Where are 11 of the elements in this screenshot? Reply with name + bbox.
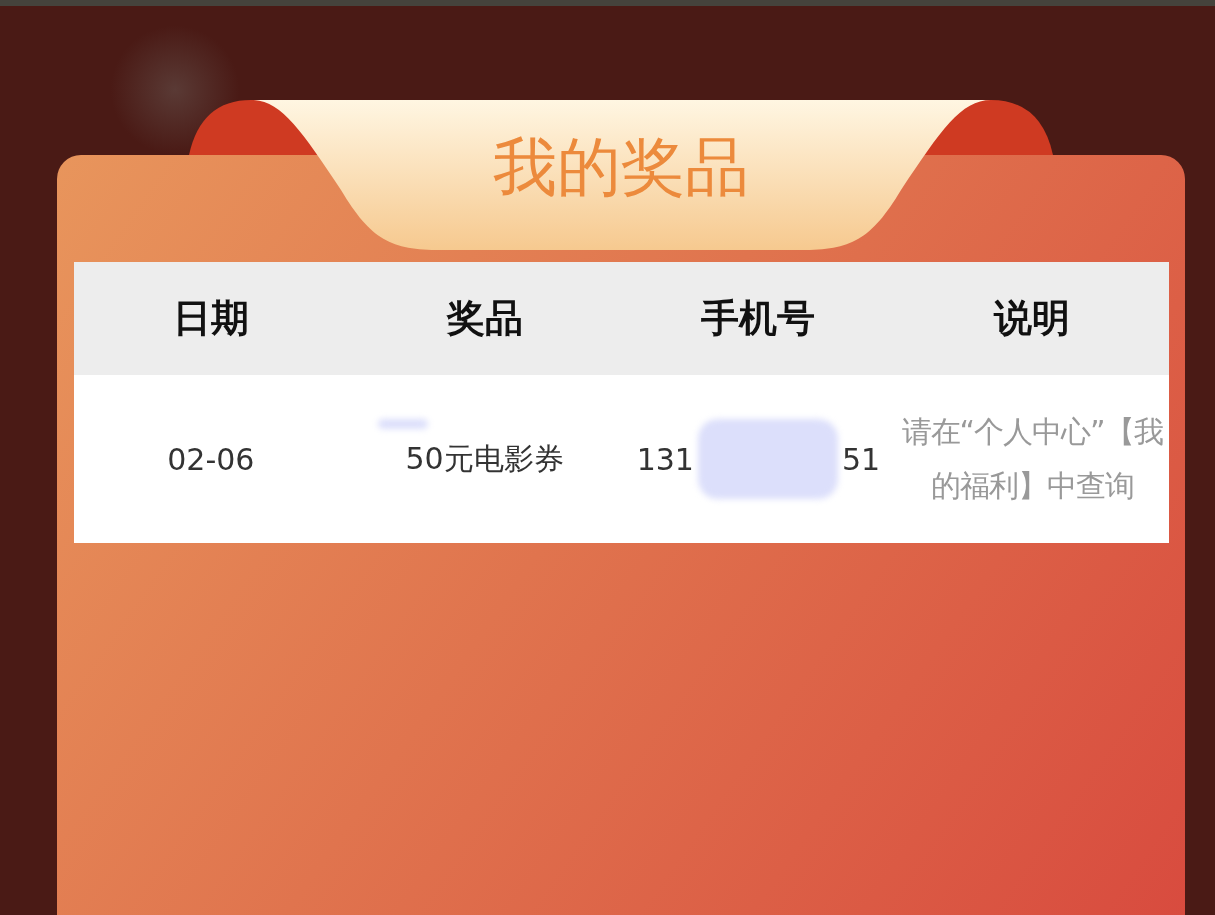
date-cell: 02-06 [167,441,255,477]
phone-cell: 131 [636,441,694,477]
prize-cell: 50元电影券 [405,440,564,476]
column-header: 奖品 [445,295,524,342]
column-header: 日期 [171,295,250,342]
column-header: 手机号 [700,295,817,342]
page-title: 我的奖品 [493,129,749,206]
phone-cell: 51 [841,441,881,477]
note-cell: 请在“个人中心”【我的福利】中查询 [901,414,1163,503]
column-header: 说明 [992,295,1072,342]
redaction-smear [377,418,428,429]
